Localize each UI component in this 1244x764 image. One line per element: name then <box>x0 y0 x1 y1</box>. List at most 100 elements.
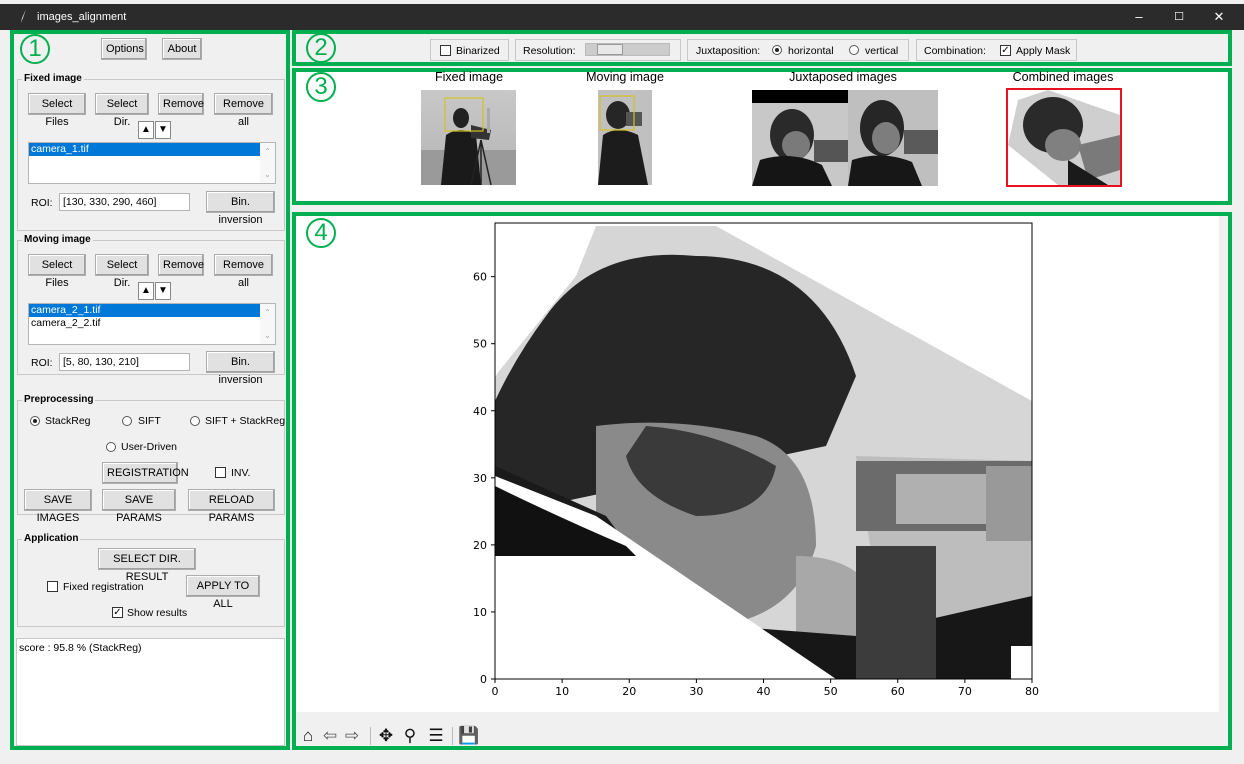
plot-image <box>495 223 1032 679</box>
marker-1: 1 <box>20 34 50 64</box>
options-button[interactable]: Options <box>101 38 147 60</box>
sift-stackreg-label: SIFT + StackReg <box>205 415 286 427</box>
moving-move-down-button[interactable]: ▼ <box>155 282 171 300</box>
x-tick-label: 10 <box>555 685 569 698</box>
about-button[interactable]: About <box>162 38 202 60</box>
app-feather-icon <box>21 9 26 23</box>
moving-roi-label: ROI: <box>31 357 53 369</box>
x-tick-label: 50 <box>824 685 838 698</box>
fixed-select-dir-button[interactable]: Select Dir. <box>95 93 149 128</box>
resolution-slider[interactable] <box>585 43 670 56</box>
toolbar-separator <box>370 727 371 745</box>
fixed-select-files-button[interactable]: Select Files <box>28 93 86 128</box>
resolution-slider-thumb[interactable] <box>597 44 624 55</box>
marker-2: 2 <box>306 33 336 63</box>
moving-select-dir-button[interactable]: Select Dir. <box>95 254 149 289</box>
window-title: images_alignment <box>37 11 127 23</box>
save-params-button[interactable]: SAVE PARAMS <box>102 489 176 524</box>
configure-icon[interactable]: ☰ <box>426 726 446 746</box>
combination-label: Combination: <box>924 45 986 57</box>
x-tick-label: 30 <box>689 685 703 698</box>
save-images-button[interactable]: SAVE IMAGES <box>24 489 92 524</box>
home-icon[interactable]: ⌂ <box>298 726 318 746</box>
show-results-label: Show results <box>127 607 188 619</box>
log-text: score : 95.8 % (StackReg) <box>19 642 142 654</box>
vertical-label: vertical <box>865 45 899 57</box>
fixed-registration-checkbox[interactable] <box>47 581 58 592</box>
x-tick-label: 70 <box>958 685 972 698</box>
back-icon[interactable]: ⇦ <box>320 726 340 746</box>
moving-thumbnail-graphic <box>598 90 652 185</box>
moving-roi-input[interactable]: [5, 80, 130, 210] <box>59 353 190 371</box>
x-tick-label: 40 <box>757 685 771 698</box>
vertical-radio[interactable] <box>849 45 859 55</box>
list-item[interactable]: camera_2_2.tif <box>29 317 275 330</box>
y-tick-label: 10 <box>473 606 487 619</box>
fixed-move-up-button[interactable]: ▲ <box>138 121 154 139</box>
fixed-list-scrollbar[interactable]: ⌃ ⌄ <box>260 143 275 183</box>
title-bar: images_alignment – ☐ ✕ <box>0 0 1244 34</box>
juxtaposition-label: Juxtaposition: <box>696 45 761 57</box>
fixed-image-thumbnail[interactable] <box>421 90 516 185</box>
apply-mask-checkbox[interactable]: ✓ <box>1000 45 1011 56</box>
user-driven-label: User-Driven <box>121 441 178 453</box>
y-tick-label: 20 <box>473 539 487 552</box>
moving-file-list[interactable]: camera_2_1.tif camera_2_2.tif ⌃ ⌄ <box>28 303 276 345</box>
fixed-move-down-button[interactable]: ▼ <box>155 121 171 139</box>
sift-stackreg-radio[interactable] <box>190 416 200 426</box>
moving-image-group-title: Moving image <box>22 234 93 245</box>
x-tick-label: 20 <box>622 685 636 698</box>
moving-move-up-button[interactable]: ▲ <box>138 282 154 300</box>
y-tick-label: 0 <box>480 673 487 686</box>
list-item[interactable]: camera_2_1.tif <box>29 304 260 317</box>
y-tick-label: 50 <box>473 338 487 351</box>
binarized-checkbox[interactable] <box>440 45 451 56</box>
select-dir-result-button[interactable]: SELECT DIR. RESULT <box>98 548 196 583</box>
combined-preview-title: Combined images <box>1012 70 1114 84</box>
horizontal-label: horizontal <box>788 45 834 57</box>
registration-button[interactable]: REGISTRATION <box>102 462 189 484</box>
moving-image-preview-title: Moving image <box>586 70 664 84</box>
juxtaposed-preview-title: Juxtaposed images <box>789 70 897 84</box>
sift-label: SIFT <box>138 415 161 427</box>
fixed-image-group-title: Fixed image <box>22 73 84 84</box>
title-bar-strip <box>0 4 1244 30</box>
sift-radio[interactable] <box>122 416 132 426</box>
juxtaposed-images-thumbnail[interactable] <box>752 90 938 186</box>
horizontal-radio[interactable] <box>772 45 782 55</box>
fixed-bin-inversion-button[interactable]: Bin. inversion <box>206 191 275 226</box>
moving-select-files-button[interactable]: Select Files <box>28 254 86 289</box>
fixed-file-list[interactable]: camera_1.tif ⌃ ⌄ <box>28 142 276 184</box>
forward-icon[interactable]: ⇨ <box>342 726 362 746</box>
combined-images-thumbnail[interactable] <box>1006 88 1122 187</box>
moving-image-thumbnail[interactable] <box>598 90 652 185</box>
inv-checkbox[interactable] <box>215 467 226 478</box>
save-icon[interactable]: 💾 <box>458 726 479 746</box>
user-driven-radio[interactable] <box>106 442 116 452</box>
fixed-roi-input[interactable]: [130, 330, 290, 460] <box>59 193 190 211</box>
y-tick-label: 30 <box>473 472 487 485</box>
moving-remove-button[interactable]: Remove <box>158 254 204 276</box>
fixed-roi-label: ROI: <box>31 197 53 209</box>
application-group-title: Application <box>22 533 81 544</box>
stackreg-radio[interactable] <box>30 416 40 426</box>
fixed-remove-button[interactable]: Remove <box>158 93 204 115</box>
reload-params-button[interactable]: RELOAD PARAMS <box>188 489 275 524</box>
resolution-label: Resolution: <box>523 45 576 57</box>
x-tick-label: 0 <box>492 685 499 698</box>
moving-bin-inversion-button[interactable]: Bin. inversion <box>206 351 275 386</box>
plot-figure[interactable]: 0 10 20 30 40 50 60 70 80 0 10 20 30 40 50 60 <box>296 216 1219 712</box>
moving-list-scrollbar[interactable]: ⌃ ⌄ <box>260 304 275 344</box>
fixed-remove-all-button[interactable]: Remove all <box>214 93 273 128</box>
pan-icon[interactable]: ✥ <box>376 726 396 746</box>
close-button[interactable]: ✕ <box>1196 6 1242 28</box>
log-textarea[interactable]: score : 95.8 % (StackReg) <box>16 638 285 746</box>
y-tick-label: 40 <box>473 405 487 418</box>
marker-3: 3 <box>306 72 336 102</box>
zoom-icon[interactable]: ⚲ <box>400 726 420 746</box>
x-tick-label: 80 <box>1025 685 1039 698</box>
list-item[interactable]: camera_1.tif <box>29 143 260 156</box>
apply-to-all-button[interactable]: APPLY TO ALL <box>186 575 260 610</box>
moving-remove-all-button[interactable]: Remove all <box>214 254 273 289</box>
show-results-checkbox[interactable]: ✓ <box>112 607 123 618</box>
